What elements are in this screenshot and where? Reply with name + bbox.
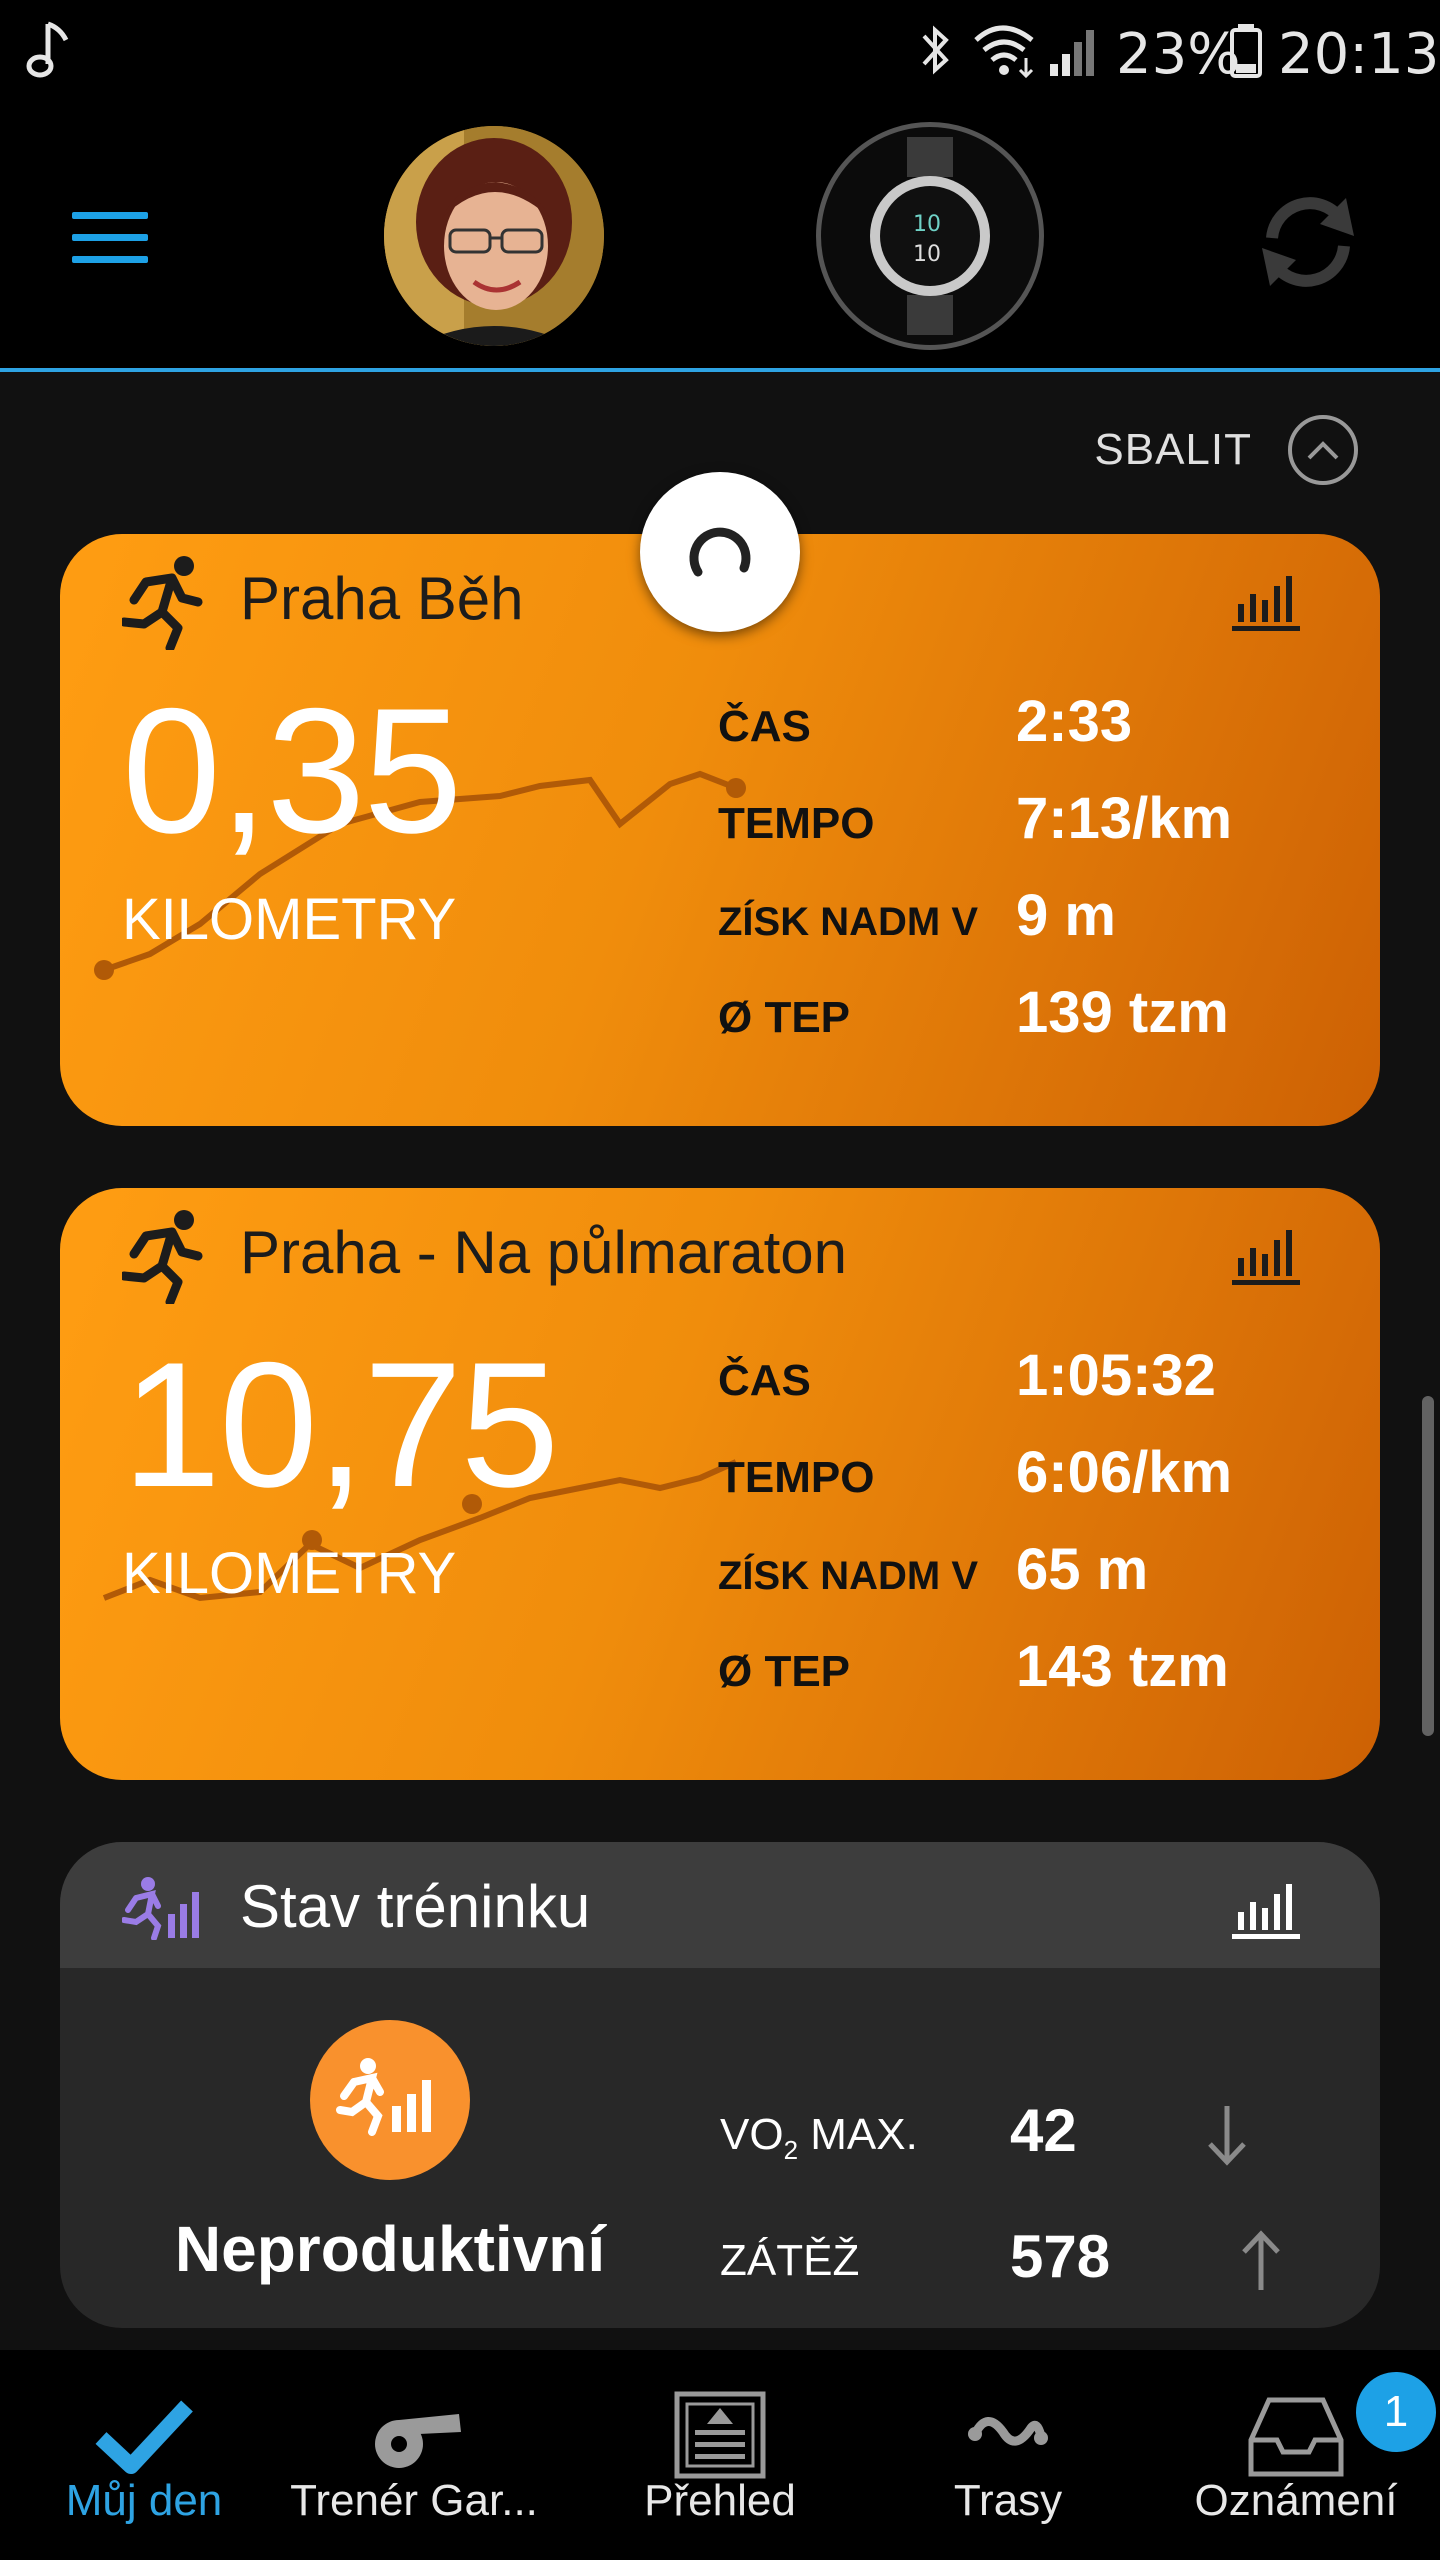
training-status-card[interactable]: Stav tréninku Neproduktivní VO2 MAX. 42 … [60,1842,1380,2328]
stat-value: 6:06/km [1016,1440,1233,1505]
battery-icon [1230,24,1262,78]
arrow-up-icon [1242,2230,1280,2290]
chevron-up-icon [1288,415,1358,485]
nav-label: Trenér Gar... [290,2476,538,2525]
bar-chart-icon[interactable] [1232,1878,1300,1940]
stat-label: TEMPO [718,1453,875,1502]
training-status-badge [310,2020,470,2180]
stat-pace: TEMPO 7:13/km [718,781,1358,878]
stat-value: 9 m [1016,883,1116,948]
route-icon [968,2417,1048,2446]
activity-title: Praha Běh [240,565,524,632]
stat-value: 65 m [1016,1537,1149,1602]
signal-icon [1050,30,1094,76]
nav-label: Oznámení [1194,2476,1398,2525]
spinner-icon [689,527,751,577]
menu-button[interactable] [60,200,160,280]
loading-spinner [640,472,800,632]
nav-label: Můj den [65,2476,223,2525]
stat-label: ZÍSK NADM V [718,1554,978,1598]
stat-time: ČAS 2:33 [718,684,1358,781]
distance-unit: KILOMETRY [122,1541,457,1606]
bar-chart-icon[interactable] [1232,570,1300,632]
distance-value: 10,75 [122,1325,559,1524]
svg-text:10: 10 [913,242,941,267]
training-status-icon [122,1877,199,1940]
nav-my-day[interactable]: Můj den [0,2350,288,2560]
nav-courses[interactable]: Trasy [864,2350,1152,2560]
activity-card[interactable]: Praha - Na půlmaraton 10,75 KILOMETRY ČA… [60,1188,1380,1780]
stat-value: 139 tzm [1016,980,1229,1045]
bluetooth-icon [922,25,949,75]
training-status-value: Neproduktivní [174,2213,606,2285]
running-icon [122,556,203,650]
load-metric: ZÁTĚŽ 578 [720,2214,1320,2304]
sync-icon[interactable] [1250,184,1366,300]
stat-elevation-gain: ZÍSK NADM V 9 m [718,878,1358,975]
check-icon [95,2400,193,2474]
vo2-label-suffix: MAX. [798,2110,918,2159]
stat-label: TEMPO [718,799,875,848]
notification-badge: 1 [1356,2372,1436,2452]
inbox-icon [1248,2397,1344,2477]
load-value: 578 [1010,2223,1111,2290]
profile-photo [384,126,604,346]
load-label: ZÁTĚŽ [720,2236,860,2285]
vo2max-value: 42 [1010,2097,1077,2164]
app-header: 10 10 [0,100,1440,372]
distance-unit: KILOMETRY [122,887,457,952]
unproductive-icon [336,2058,431,2136]
collapse-label: SBALIT [1094,425,1252,474]
stat-label: Ø TEP [718,1647,851,1696]
bar-chart-icon[interactable] [1232,1224,1300,1286]
activity-stats: ČAS 1:05:32 TEMPO 6:06/km ZÍSK NADM V 65… [718,1338,1358,1726]
stat-elevation-gain: ZÍSK NADM V 65 m [718,1532,1358,1629]
distance-value: 0,35 [122,671,462,870]
battery-percent: 23% [1116,22,1241,87]
watch-icon: 10 10 [870,137,990,335]
nav-label: Trasy [953,2476,1063,2525]
svg-text:10: 10 [913,212,941,237]
stat-avg-heart-rate: Ø TEP 143 tzm [718,1629,1358,1726]
stat-label: ZÍSK NADM V [718,900,978,944]
nav-label: Přehled [644,2476,796,2525]
vo2max-label: VO2 MAX. [720,2110,918,2166]
nav-garmin-coach[interactable]: Trenér Gar... [270,2350,558,2560]
scrollbar[interactable] [1422,1396,1434,1736]
stat-time: ČAS 1:05:32 [718,1338,1358,1435]
wifi-icon [974,25,1034,79]
stat-value: 143 tzm [1016,1634,1229,1699]
arrow-down-icon [1208,2106,1246,2166]
stat-value: 7:13/km [1016,786,1233,851]
vo2-label-subscript: 2 [783,2134,799,2165]
device-watch-button[interactable]: 10 10 [816,122,1044,350]
newspaper-icon [674,2391,766,2479]
status-bar: 23% 20:13 [0,0,1440,100]
bottom-navigation: Můj den Trenér Gar... Přehled Trasy Ozná… [0,2350,1440,2560]
profile-avatar[interactable] [384,126,604,346]
clock: 20:13 [1278,22,1440,87]
activity-title: Praha - Na půlmaraton [240,1219,847,1286]
training-status-title: Stav tréninku [240,1873,591,1940]
stat-pace: TEMPO 6:06/km [718,1435,1358,1532]
vo2-label-text: VO [720,2110,784,2159]
collapse-button[interactable]: SBALIT [1094,412,1358,488]
music-note-icon [26,21,69,78]
training-status-header: Stav tréninku [60,1842,1380,1968]
stat-label: Ø TEP [718,993,851,1042]
nav-overview[interactable]: Přehled [576,2350,864,2560]
stat-avg-heart-rate: Ø TEP 139 tzm [718,975,1358,1072]
stat-value: 1:05:32 [1016,1343,1216,1408]
stat-label: ČAS [718,1356,811,1405]
whistle-icon [375,2414,461,2468]
vo2max-metric: VO2 MAX. 42 [720,2088,1320,2178]
activity-stats: ČAS 2:33 TEMPO 7:13/km ZÍSK NADM V 9 m Ø… [718,684,1358,1072]
stat-label: ČAS [718,702,811,751]
running-icon [122,1210,203,1304]
stat-value: 2:33 [1016,689,1133,754]
